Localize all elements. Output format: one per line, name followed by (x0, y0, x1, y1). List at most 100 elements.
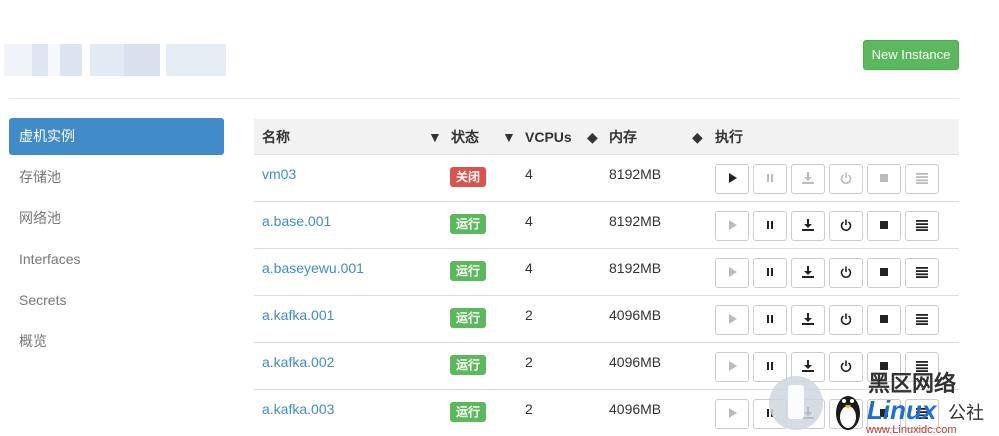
stop-icon (878, 218, 890, 234)
header-memory-label: 内存 (609, 129, 637, 145)
play-icon (726, 171, 738, 187)
pause-button[interactable] (753, 211, 787, 241)
header-state-label: 状态 (451, 129, 479, 145)
pause-icon (764, 312, 776, 328)
menu-button[interactable] (905, 164, 939, 194)
play-icon (726, 359, 738, 375)
play-icon (726, 312, 738, 328)
sidebar-item-network-pools[interactable]: 网络池 (9, 200, 224, 241)
status-badge: 运行 (450, 308, 487, 328)
table-row: a.base.001 运行 4 8192MB (254, 202, 959, 249)
play-button[interactable] (715, 399, 749, 429)
download-icon (802, 312, 814, 328)
instance-name-link[interactable]: a.baseyewu.001 (262, 260, 364, 276)
stop-button[interactable] (867, 211, 901, 241)
instance-name-link[interactable]: a.kafka.002 (262, 354, 334, 370)
sidebar-item-storage-pools[interactable]: 存储池 (9, 159, 224, 200)
instance-name-link[interactable]: a.kafka.003 (262, 401, 334, 417)
new-instance-button[interactable]: New Instance (863, 40, 959, 70)
watermark-suffix: 公社 (948, 403, 984, 423)
memory-value: 8192MB (609, 213, 662, 229)
vcpus-value: 2 (525, 401, 533, 417)
menu-button[interactable] (905, 258, 939, 288)
play-icon (726, 406, 738, 422)
pause-button[interactable] (753, 258, 787, 288)
sidebar-item-instances[interactable]: 虚机实例 (9, 118, 224, 155)
status-badge: 运行 (450, 261, 487, 281)
menu-button[interactable] (905, 305, 939, 335)
vcpus-value: 2 (525, 354, 533, 370)
watermark-title: 黑区网络 (868, 371, 956, 396)
header-divider (9, 98, 959, 99)
power-button[interactable] (829, 305, 863, 335)
memory-value: 4096MB (609, 401, 662, 417)
vcpus-value: 4 (525, 166, 533, 182)
status-badge: 运行 (450, 214, 487, 234)
menu-button[interactable] (905, 211, 939, 241)
header-name[interactable]: 名称 (262, 119, 290, 155)
table-row: vm03 关闭 4 8192MB (254, 155, 959, 202)
play-button[interactable] (715, 211, 749, 241)
stop-button[interactable] (867, 164, 901, 194)
instance-name-link[interactable]: a.base.001 (262, 213, 331, 229)
sort-both-icon[interactable]: ◆ (587, 119, 598, 155)
stop-icon (878, 171, 890, 187)
play-icon (726, 218, 738, 234)
watermark-logo-text: Linux (867, 395, 938, 425)
power-icon (840, 312, 852, 328)
stop-button[interactable] (867, 258, 901, 288)
status-badge: 运行 (450, 355, 487, 375)
menu-icon (916, 265, 928, 281)
memory-value: 4096MB (609, 307, 662, 323)
play-button[interactable] (715, 352, 749, 382)
download-button[interactable] (791, 211, 825, 241)
download-icon (802, 265, 814, 281)
table-row: a.kafka.001 运行 2 4096MB (254, 296, 959, 343)
memory-value: 8192MB (609, 166, 662, 182)
instance-name-link[interactable]: a.kafka.001 (262, 307, 334, 323)
header-state[interactable]: 状态 (451, 119, 479, 155)
status-badge: 运行 (450, 402, 487, 422)
sort-desc-icon[interactable]: ▼ (428, 119, 442, 155)
pause-icon (764, 218, 776, 234)
download-button[interactable] (791, 305, 825, 335)
instance-name-link[interactable]: vm03 (262, 166, 296, 182)
power-icon (840, 171, 852, 187)
header-actions-label: 执行 (715, 129, 743, 145)
header-memory[interactable]: 内存 (609, 119, 637, 155)
stop-icon (878, 265, 890, 281)
watermark-url: www.Linuxidc.com (865, 424, 956, 436)
menu-icon (916, 171, 928, 187)
sidebar-item-secrets[interactable]: Secrets (9, 282, 224, 323)
menu-icon (916, 312, 928, 328)
status-badge: 关闭 (450, 167, 487, 187)
vcpus-value: 4 (525, 260, 533, 276)
download-icon (802, 171, 814, 187)
power-button[interactable] (829, 164, 863, 194)
sort-both-icon[interactable]: ◆ (692, 119, 703, 155)
power-icon (840, 218, 852, 234)
sort-desc-icon[interactable]: ▼ (502, 119, 516, 155)
header-vcpus-label: VCPUs (525, 129, 572, 145)
play-button[interactable] (715, 305, 749, 335)
power-button[interactable] (829, 258, 863, 288)
download-icon (802, 218, 814, 234)
download-button[interactable] (791, 164, 825, 194)
stop-icon (878, 312, 890, 328)
header-name-label: 名称 (262, 129, 290, 145)
sidebar-item-interfaces[interactable]: Interfaces (9, 241, 224, 282)
brand-logo-blurred (4, 44, 226, 76)
pause-icon (764, 265, 776, 281)
play-button[interactable] (715, 164, 749, 194)
download-button[interactable] (791, 258, 825, 288)
header-vcpus[interactable]: VCPUs (525, 119, 572, 155)
pause-button[interactable] (753, 305, 787, 335)
play-icon (726, 265, 738, 281)
power-button[interactable] (829, 211, 863, 241)
sidebar-item-overview[interactable]: 概览 (9, 323, 224, 364)
stop-button[interactable] (867, 305, 901, 335)
sidebar-nav: 虚机实例 存储池 网络池 Interfaces Secrets 概览 (9, 118, 224, 364)
pause-button[interactable] (753, 164, 787, 194)
pause-icon (764, 171, 776, 187)
play-button[interactable] (715, 258, 749, 288)
